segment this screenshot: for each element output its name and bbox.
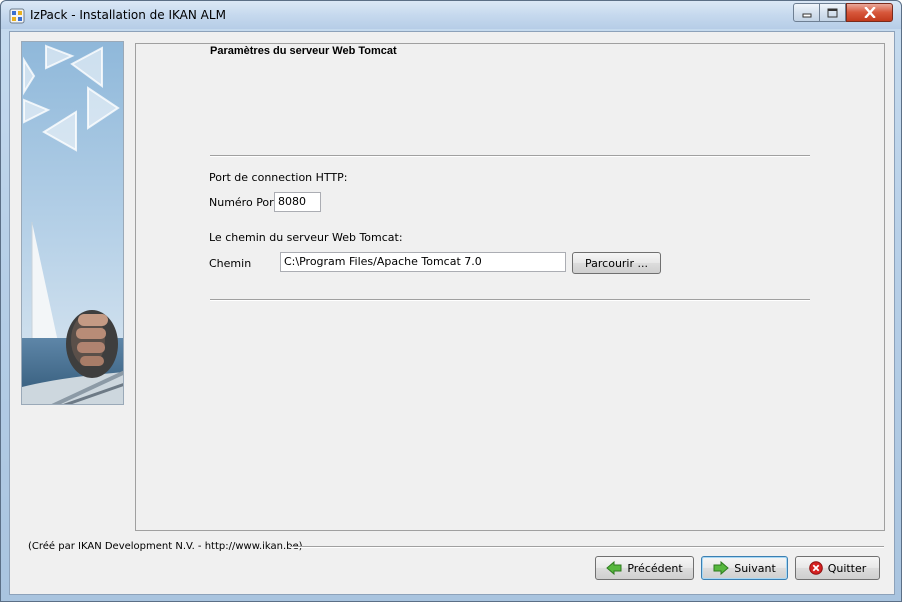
arrow-right-icon — [713, 561, 729, 575]
maximize-button[interactable] — [819, 3, 846, 22]
path-section-label: Le chemin du serveur Web Tomcat: — [209, 231, 403, 244]
sailing-hand-illustration — [22, 42, 123, 404]
port-label: Numéro Port — [209, 196, 278, 209]
browse-button-label: Parcourir ... — [585, 256, 648, 270]
arrow-left-icon — [606, 561, 622, 575]
installer-side-image — [21, 41, 124, 405]
window-title: IzPack - Installation de IKAN ALM — [30, 8, 226, 22]
minimize-button[interactable] — [793, 3, 820, 22]
credits-text: (Créé par IKAN Development N.V. - http:/… — [28, 541, 303, 552]
previous-button[interactable]: Précédent — [595, 556, 694, 580]
title-bar[interactable]: IzPack - Installation de IKAN ALM — [1, 1, 901, 29]
path-input[interactable]: C:\Program Files/Apache Tomcat 7.0 — [280, 252, 566, 272]
quit-button-label: Quitter — [827, 561, 867, 575]
main-panel: Paramètres du serveur Web Tomcat Port de… — [135, 43, 885, 531]
browse-button[interactable]: Parcourir ... — [572, 252, 661, 274]
izpack-app-icon — [9, 8, 25, 24]
port-input[interactable]: 8080 — [274, 192, 321, 212]
close-icon — [863, 7, 876, 18]
panel-title: Paramètres du serveur Web Tomcat — [210, 45, 397, 57]
next-button-label: Suivant — [734, 561, 776, 575]
stop-icon — [808, 561, 823, 575]
path-label: Chemin — [209, 257, 252, 270]
installer-client-area: Paramètres du serveur Web Tomcat Port de… — [9, 31, 895, 595]
next-button[interactable]: Suivant — [701, 556, 788, 580]
bottom-separator — [210, 299, 810, 301]
maximize-icon — [827, 8, 838, 17]
http-section-label: Port de connection HTTP: — [209, 171, 348, 184]
installer-window: IzPack - Installation de IKAN ALM Paramè… — [0, 0, 902, 602]
top-separator — [210, 155, 810, 157]
quit-button[interactable]: Quitter — [795, 556, 880, 580]
previous-button-label: Précédent — [627, 561, 683, 575]
footer-separator — [290, 546, 884, 548]
close-button[interactable] — [846, 3, 893, 22]
minimize-icon — [802, 13, 811, 17]
